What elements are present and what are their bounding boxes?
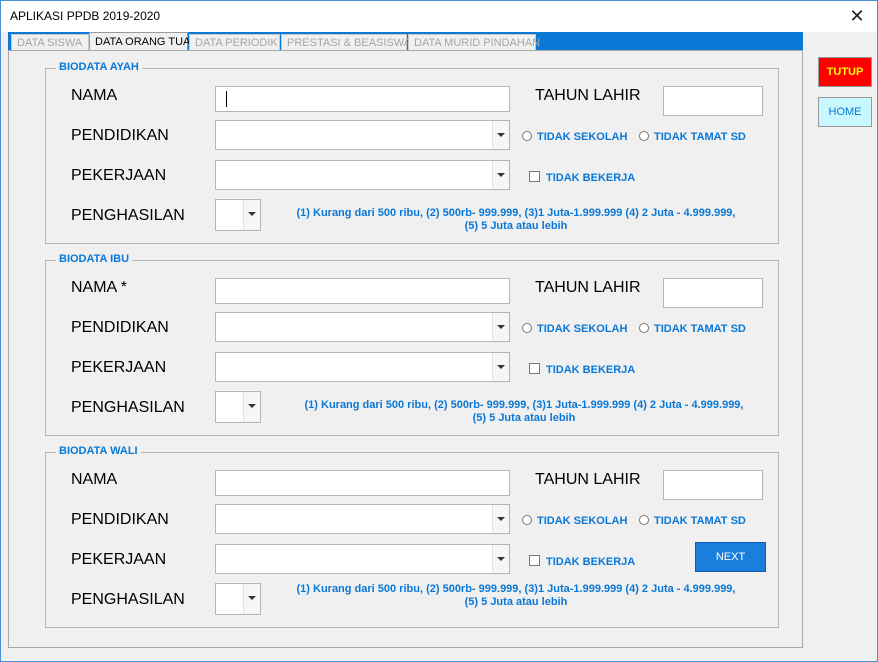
label-tahun-lahir-ayah: TAHUN LAHIR [535,87,641,104]
radio-tidak-sekolah-ibu[interactable]: TIDAK SEKOLAH [522,323,627,335]
checkbox-tidak-bekerja-ayah[interactable]: TIDAK BEKERJA [529,171,635,184]
close-icon[interactable]: ✕ [845,4,869,28]
radio-icon[interactable] [522,515,532,525]
group-biodata-wali: BIODATA WALI NAMA TAHUN LAHIR PENDIDIKAN… [45,445,779,628]
tab-data-periodik[interactable]: DATA PERIODIK [189,34,280,50]
chevron-down-icon[interactable] [492,121,509,149]
select-penghasilan-ayah[interactable] [215,199,261,231]
group-title-ayah: BIODATA AYAH [56,61,142,73]
checkbox-label: TIDAK BEKERJA [546,172,636,184]
label-nama-ibu: NAMA * [71,279,128,296]
input-nama-ayah[interactable] [215,86,510,112]
next-button[interactable]: NEXT [695,542,766,572]
label-penghasilan-ayah: PENGHASILAN [71,207,185,224]
radio-icon[interactable] [522,323,532,333]
chevron-down-icon[interactable] [492,313,509,341]
penghasilan-note-ayah: (1) Kurang dari 500 ribu, (2) 500rb- 999… [266,207,766,233]
input-nama-wali[interactable] [215,470,510,496]
radio-tidak-tamat-sd-ayah[interactable]: TIDAK TAMAT SD [639,131,746,143]
checkbox-tidak-bekerja-ibu[interactable]: TIDAK BEKERJA [529,363,635,376]
home-button[interactable]: HOME [818,97,872,127]
input-tahun-lahir-ayah[interactable] [663,86,763,116]
select-penghasilan-wali[interactable] [215,583,261,615]
radio-tidak-sekolah-ayah[interactable]: TIDAK SEKOLAH [522,131,627,143]
label-tahun-lahir-wali: TAHUN LAHIR [535,471,641,488]
label-tahun-lahir-ibu: TAHUN LAHIR [535,279,641,296]
radio-icon[interactable] [639,515,649,525]
radio-label: TIDAK SEKOLAH [537,323,628,335]
chevron-down-icon[interactable] [492,505,509,533]
radio-icon[interactable] [522,131,532,141]
input-tahun-lahir-ibu[interactable] [663,278,763,308]
note-line-2: (5) 5 Juta atau lebih [464,220,568,232]
select-penghasilan-ibu[interactable] [215,391,261,423]
label-penghasilan-ibu: PENGHASILAN [71,399,185,416]
tab-data-siswa[interactable]: DATA SISWA [11,34,89,50]
input-nama-ibu[interactable] [215,278,510,304]
app-window: APLIKASI PPDB 2019-2020 ✕ DATA SISWA DAT… [0,0,878,662]
radio-label: TIDAK TAMAT SD [654,515,746,527]
note-line-1: (1) Kurang dari 500 ribu, (2) 500rb- 999… [296,207,736,219]
label-pekerjaan-ibu: PEKERJAAN [71,359,167,376]
checkbox-icon[interactable] [529,363,540,374]
chevron-down-icon[interactable] [492,353,509,381]
radio-icon[interactable] [639,131,649,141]
tutup-button[interactable]: TUTUP [818,57,872,87]
chevron-down-icon[interactable] [243,584,260,614]
note-line-2: (5) 5 Juta atau lebih [464,596,568,608]
label-pendidikan-ibu: PENDIDIKAN [71,319,169,336]
checkbox-icon[interactable] [529,555,540,566]
select-pendidikan-ayah[interactable] [215,120,510,150]
tab-data-orang-tua[interactable]: DATA ORANG TUA [89,32,190,50]
text-caret [226,91,227,107]
radio-label: TIDAK SEKOLAH [537,515,628,527]
tab-data-murid-pindahan[interactable]: DATA MURID PINDAHAN [408,34,540,50]
input-tahun-lahir-wali[interactable] [663,470,763,500]
checkbox-icon[interactable] [529,171,540,182]
note-line-1: (1) Kurang dari 500 ribu, (2) 500rb- 999… [304,399,744,411]
radio-tidak-tamat-sd-ibu[interactable]: TIDAK TAMAT SD [639,323,746,335]
radio-label: TIDAK TAMAT SD [654,131,746,143]
label-pendidikan-wali: PENDIDIKAN [71,511,169,528]
radio-label: TIDAK SEKOLAH [537,131,628,143]
chevron-down-icon[interactable] [492,545,509,573]
title-bar: APLIKASI PPDB 2019-2020 ✕ [1,1,877,32]
label-nama-wali: NAMA [71,471,118,488]
window-title: APLIKASI PPDB 2019-2020 [10,9,161,23]
tab-strip: DATA SISWA DATA ORANG TUA DATA PERIODIK … [8,32,803,50]
group-title-ibu: BIODATA IBU [56,253,133,265]
penghasilan-note-ibu: (1) Kurang dari 500 ribu, (2) 500rb- 999… [274,399,774,425]
select-pendidikan-ibu[interactable] [215,312,510,342]
checkbox-label: TIDAK BEKERJA [546,364,636,376]
note-line-2: (5) 5 Juta atau lebih [472,412,576,424]
select-pendidikan-wali[interactable] [215,504,510,534]
radio-tidak-sekolah-wali[interactable]: TIDAK SEKOLAH [522,515,627,527]
select-pekerjaan-ibu[interactable] [215,352,510,382]
group-biodata-ayah: BIODATA AYAH NAMA TAHUN LAHIR PENDIDIKAN… [45,61,779,244]
tab-prestasi-beasiswa[interactable]: PRESTASI & BEASISWA [281,34,411,50]
penghasilan-note-wali: (1) Kurang dari 500 ribu, (2) 500rb- 999… [266,583,766,609]
checkbox-label: TIDAK BEKERJA [546,556,636,568]
label-nama-ayah: NAMA [71,87,118,104]
label-penghasilan-wali: PENGHASILAN [71,591,185,608]
chevron-down-icon[interactable] [243,392,260,422]
group-biodata-ibu: BIODATA IBU NAMA * TAHUN LAHIR PENDIDIKA… [45,253,779,436]
label-pekerjaan-ayah: PEKERJAAN [71,167,167,184]
select-pekerjaan-wali[interactable] [215,544,510,574]
note-line-1: (1) Kurang dari 500 ribu, (2) 500rb- 999… [296,583,736,595]
chevron-down-icon[interactable] [243,200,260,230]
chevron-down-icon[interactable] [492,161,509,189]
form-panel: BIODATA AYAH NAMA TAHUN LAHIR PENDIDIKAN… [8,50,803,648]
radio-icon[interactable] [639,323,649,333]
radio-label: TIDAK TAMAT SD [654,323,746,335]
radio-tidak-tamat-sd-wali[interactable]: TIDAK TAMAT SD [639,515,746,527]
label-pekerjaan-wali: PEKERJAAN [71,551,167,568]
label-pendidikan-ayah: PENDIDIKAN [71,127,169,144]
select-pekerjaan-ayah[interactable] [215,160,510,190]
group-title-wali: BIODATA WALI [56,445,141,457]
checkbox-tidak-bekerja-wali[interactable]: TIDAK BEKERJA [529,555,635,568]
